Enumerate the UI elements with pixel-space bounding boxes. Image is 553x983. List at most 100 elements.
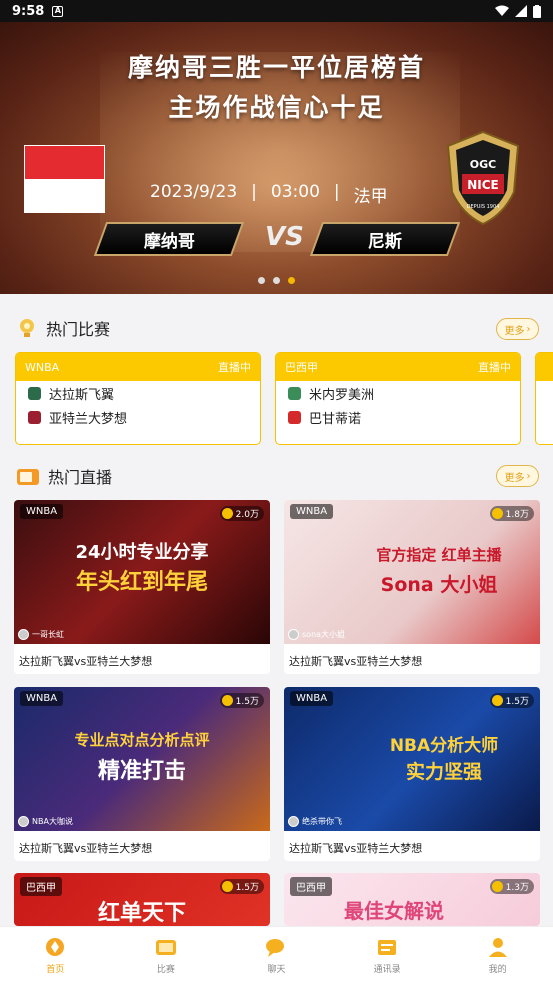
- nav-contacts[interactable]: 通讯录: [332, 927, 443, 983]
- banner-separator-2: |: [333, 182, 340, 202]
- live-caption: 达拉斯飞翼vs亚特兰大梦想: [19, 655, 153, 668]
- viewer-count: 1.5万: [219, 693, 264, 708]
- carousel-dot[interactable]: [258, 277, 265, 284]
- nav-matches[interactable]: 比赛: [111, 927, 222, 983]
- profile-icon: [488, 937, 507, 957]
- home-team-name: 米内罗美洲: [309, 387, 375, 403]
- banner-subheadline: 主场作战信心十足: [168, 93, 385, 122]
- thumb-overlay-line1: 红单天下: [97, 901, 186, 926]
- coin-icon: [221, 695, 233, 706]
- banner-league: 法甲: [353, 187, 388, 207]
- banner-date: 2023/9/23: [150, 182, 238, 202]
- hot-live-title: 热门直播: [48, 468, 113, 487]
- trophy-icon: [20, 319, 34, 337]
- vs-label: VS: [265, 222, 304, 252]
- chat-icon: [266, 938, 285, 957]
- carousel-dot-active[interactable]: [288, 277, 295, 284]
- match-league: WNBA: [25, 360, 60, 374]
- chevron-right-icon: ›: [526, 323, 531, 335]
- thumb-overlay-line1: NBA分析大师: [389, 736, 499, 756]
- live-caption: 达拉斯飞翼vs亚特兰大梦想: [289, 842, 423, 855]
- match-status: 直播中: [218, 361, 251, 374]
- viewer-count: 1.8万: [489, 506, 534, 521]
- status-time: 9:58: [12, 3, 45, 19]
- host-info: sona大小姐: [288, 629, 345, 640]
- viewer-count: 2.0万: [219, 506, 264, 521]
- coin-icon: [491, 695, 503, 706]
- live-thumbnail: NBA分析大师 实力坚强 WNBA 1.5万 绝杀带你飞: [284, 687, 540, 831]
- match-card[interactable]: 巴西甲 直播中 米内罗美洲 巴甘蒂诺: [275, 352, 521, 445]
- carousel-dots[interactable]: [258, 277, 295, 284]
- wifi-icon: [495, 5, 509, 16]
- carousel-dot[interactable]: [273, 277, 280, 284]
- live-thumbnail: 官方指定 红单主播 Sona 大小姐 WNBA 1.8万 sona大小姐: [284, 500, 540, 644]
- svg-text:DEPUIS 1904: DEPUIS 1904: [467, 204, 500, 210]
- thumb-overlay-line1: 24小时专业分享: [75, 542, 209, 563]
- nav-home[interactable]: 首页: [0, 927, 111, 983]
- match-card[interactable]: WNBA 直播中 达拉斯飞翼 亚特兰大梦想: [15, 352, 261, 445]
- banner-separator: |: [251, 182, 257, 202]
- hot-matches-title: 热门比赛: [46, 320, 111, 339]
- nav-chat[interactable]: 聊天: [221, 927, 332, 983]
- live-card[interactable]: 专业点对点分析点评 精准打击 WNBA 1.5万 NBA大咖说 达拉斯飞翼vs亚…: [14, 687, 270, 861]
- home-team-plate: 摩纳哥: [93, 222, 245, 256]
- match-icon: [155, 939, 176, 955]
- live-card[interactable]: 官方指定 红单主播 Sona 大小姐 WNBA 1.8万 sona大小姐 达拉斯…: [284, 500, 540, 674]
- nav-matches-label: 比赛: [156, 964, 175, 975]
- team-logo-icon: [288, 410, 301, 424]
- nav-profile[interactable]: 我的: [442, 927, 553, 983]
- live-tag: WNBA: [20, 691, 64, 706]
- live-tag: WNBA: [290, 504, 334, 519]
- team-logo-icon: [28, 410, 41, 424]
- hot-matches-more-button[interactable]: 更多 ›: [496, 318, 539, 340]
- avatar: [288, 629, 299, 640]
- thumb-overlay-line2: Sona 大小姐: [380, 574, 498, 596]
- viewer-count: 1.5万: [489, 693, 534, 708]
- coin-icon: [491, 508, 503, 519]
- home-icon: [46, 937, 65, 956]
- live-card[interactable]: 红单天下 巴西甲 1.5万: [14, 873, 270, 926]
- match-league: 巴西甲: [285, 361, 318, 374]
- home-team-name: 达拉斯飞翼: [49, 387, 115, 403]
- host-info: NBA大咖说: [18, 816, 73, 827]
- nav-profile-label: 我的: [488, 964, 507, 975]
- avatar: [288, 816, 299, 827]
- notification-a-icon: A: [52, 5, 64, 17]
- battery-icon: [533, 4, 541, 18]
- live-card[interactable]: 最佳女解说 巴西甲 1.3万: [284, 873, 540, 926]
- thumb-overlay-line1: 最佳女解说: [344, 899, 444, 923]
- chevron-right-icon: ›: [526, 470, 531, 482]
- away-team-name: 巴甘蒂诺: [309, 411, 362, 427]
- host-info: 绝杀带你飞: [288, 816, 342, 827]
- live-tag: WNBA: [290, 691, 334, 706]
- thumb-overlay-line2: 年头红到年尾: [75, 570, 208, 595]
- match-status: 直播中: [478, 361, 511, 374]
- status-bar: 9:58 A: [0, 0, 553, 22]
- live-card[interactable]: 24小时专业分享 年头红到年尾 WNBA 2.0万 一哥长虹 达拉斯飞翼vs亚特…: [14, 500, 270, 674]
- banner-match-info: 2023/9/23 | 03:00 | 法甲: [150, 182, 388, 207]
- thumb-overlay-line1: 官方指定 红单主播: [376, 546, 502, 564]
- away-team-plate: 尼斯: [309, 222, 461, 256]
- status-right-icons: [495, 4, 541, 18]
- hero-banner[interactable]: 摩纳哥三胜一平位居榜首 主场作战信心十足 2023/9/23 | 03:00 |…: [0, 22, 553, 294]
- viewer-count: 1.3万: [489, 879, 534, 894]
- nav-contacts-label: 通讯录: [373, 964, 401, 975]
- live-thumbnail: 24小时专业分享 年头红到年尾 WNBA 2.0万 一哥长虹: [14, 500, 270, 644]
- nav-chat-label: 聊天: [267, 964, 286, 975]
- avatar: [18, 816, 29, 827]
- live-tag: 巴西甲: [20, 877, 62, 896]
- live-card[interactable]: NBA分析大师 实力坚强 WNBA 1.5万 绝杀带你飞 达拉斯飞翼vs亚特兰大…: [284, 687, 540, 861]
- team-logo-icon: [288, 386, 301, 400]
- coin-icon: [491, 881, 503, 892]
- signal-icon: [515, 5, 527, 17]
- thumb-overlay-line2: 精准打击: [97, 759, 186, 784]
- contacts-icon: [378, 939, 397, 955]
- hot-matches-header: 热门比赛: [16, 316, 110, 340]
- hot-live-more-button[interactable]: 更多 ›: [496, 465, 539, 487]
- match-card-partial[interactable]: [535, 352, 553, 445]
- team-logo-icon: [28, 386, 41, 400]
- avatar: [18, 629, 29, 640]
- nav-home-label: 首页: [46, 964, 65, 975]
- live-caption: 达拉斯飞翼vs亚特兰大梦想: [19, 842, 153, 855]
- monaco-flag: [24, 145, 105, 213]
